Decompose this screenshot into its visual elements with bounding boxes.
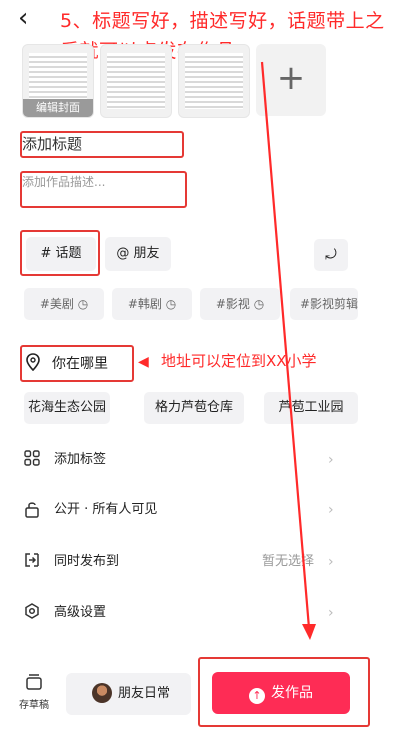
annotation-arrow-icon (260, 61, 316, 640)
